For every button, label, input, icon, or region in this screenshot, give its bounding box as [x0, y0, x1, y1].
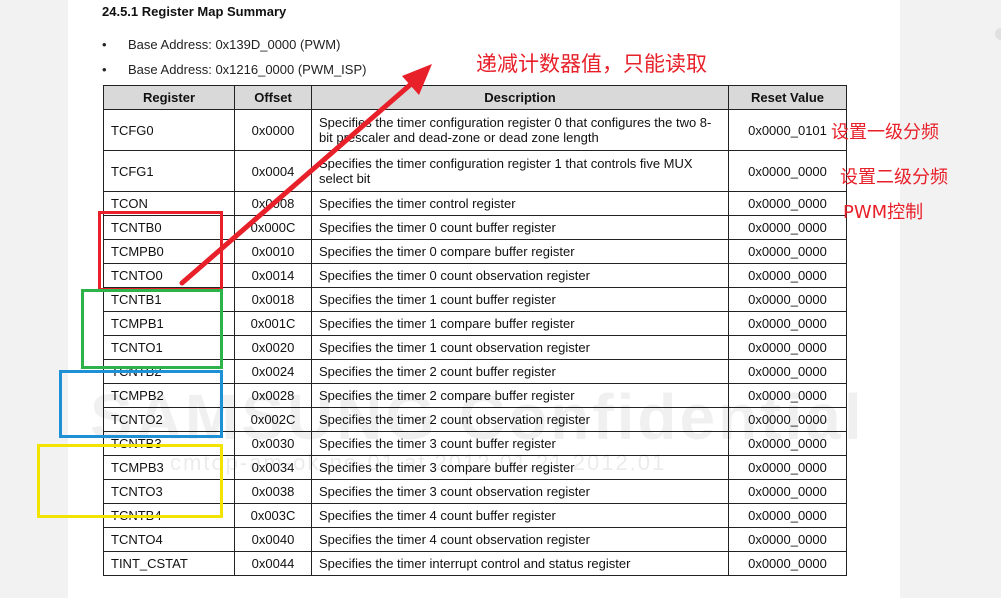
arrow-icon — [179, 64, 432, 286]
annotation-pwm-control-note: PWM控制 — [843, 202, 924, 223]
annotation-countdown-note: 递减计数器值，只能读取 — [476, 52, 707, 76]
annotation-prescaler-note: 设置一级分频 — [831, 122, 939, 143]
annotation-mux-note: 设置二级分频 — [840, 167, 948, 188]
scroll-edge-handle[interactable] — [995, 28, 1001, 40]
